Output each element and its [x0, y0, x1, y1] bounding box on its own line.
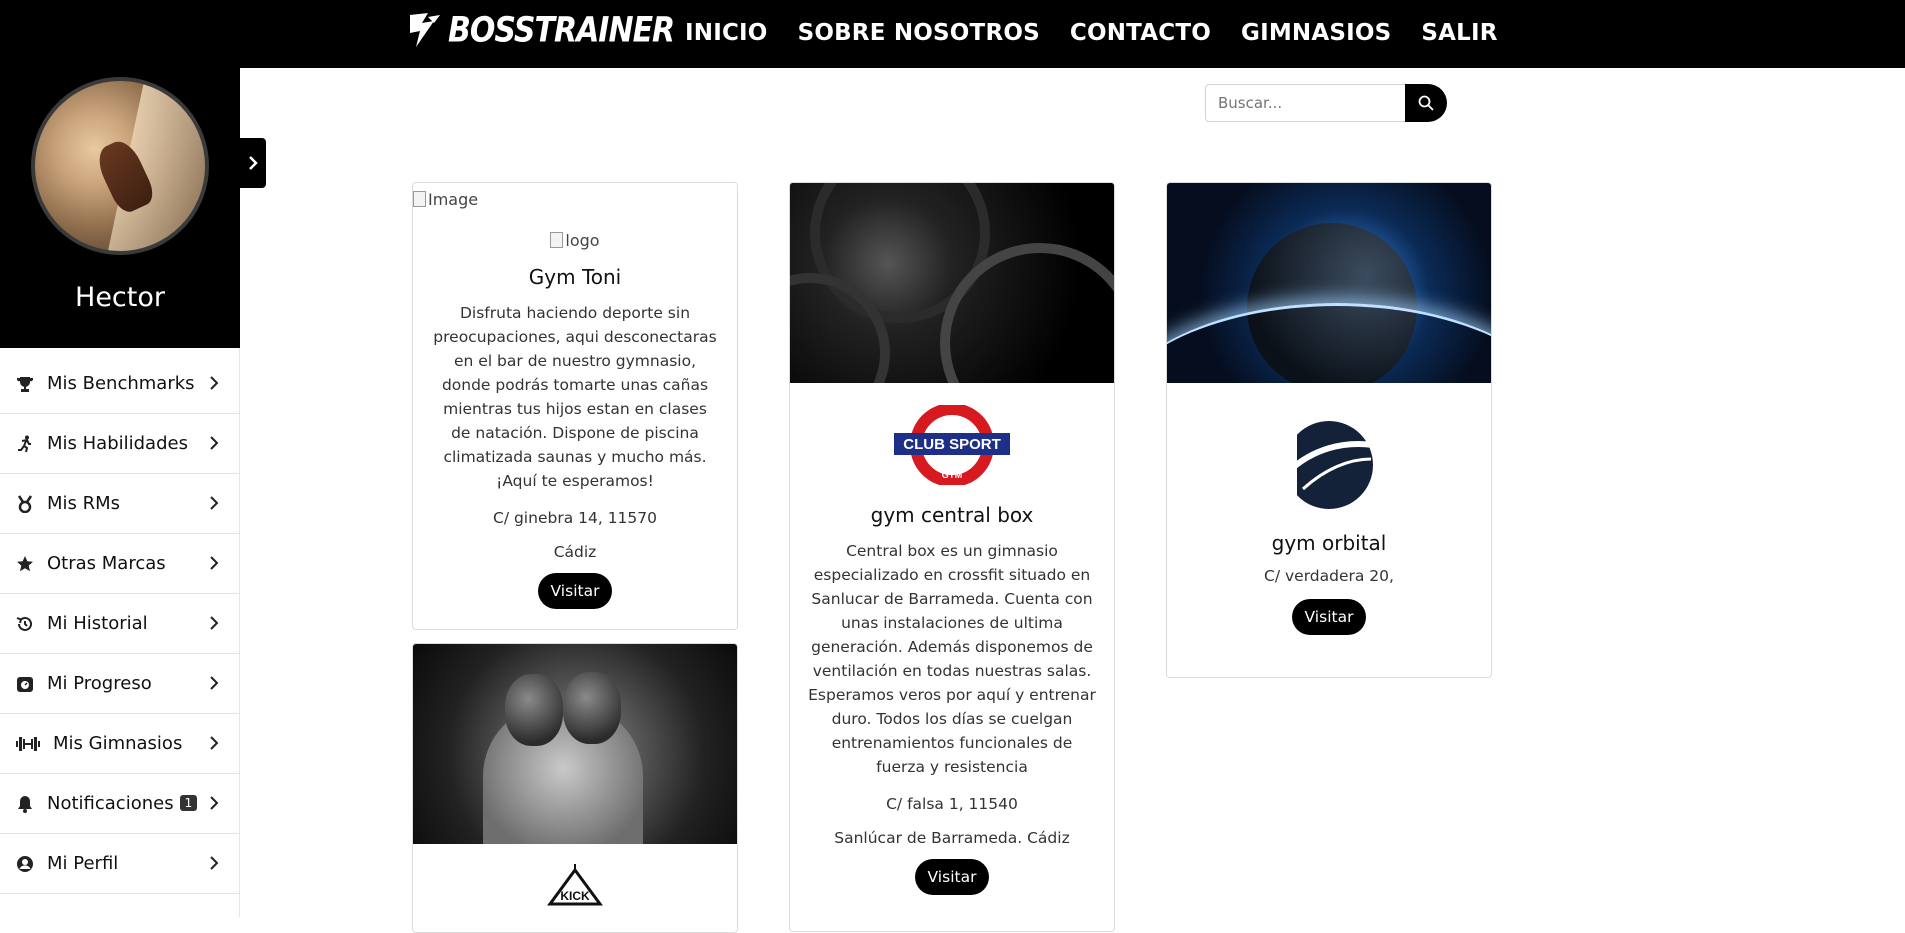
trophy-icon: [15, 374, 35, 394]
bell-icon: [15, 794, 35, 814]
search-icon: [1418, 95, 1434, 111]
visit-button[interactable]: Visitar: [914, 859, 990, 895]
gym-cover-image: [413, 644, 737, 844]
visit-button[interactable]: Visitar: [537, 573, 613, 609]
sidebar-item-gimnasios[interactable]: Mis Gimnasios: [0, 714, 239, 774]
sidebar-item-label: Mis RMs: [47, 493, 121, 514]
sidebar-item-benchmarks[interactable]: Mis Benchmarks: [0, 354, 239, 414]
sidebar: Hector Mis Benchmarks Mis Habilidades Mi…: [0, 68, 266, 917]
gym-name: Gym Toni: [528, 265, 622, 289]
nav-inicio[interactable]: INICIO: [685, 20, 768, 46]
broken-image-icon: [550, 232, 564, 248]
chevron-right-icon: [210, 376, 219, 390]
chevron-right-icon: [210, 796, 219, 810]
star-icon: [15, 554, 35, 574]
gym-cover-image: [790, 183, 1114, 383]
logo-text: KICK: [560, 889, 590, 903]
logo-text-bottom: GYM: [942, 470, 963, 480]
gym-card: CLUB SPORT GYM gym central box Central b…: [789, 182, 1115, 932]
gym-card: KICK: [412, 643, 738, 933]
search-button[interactable]: [1405, 84, 1447, 122]
sidebar-item-rms[interactable]: Mis RMs: [0, 474, 239, 534]
avatar: [31, 77, 209, 255]
sidebar-item-progreso[interactable]: Mi Progreso: [0, 654, 239, 714]
gym-logo: KICK: [413, 864, 737, 924]
gym-logo: [1167, 419, 1491, 511]
chevron-right-icon: [210, 856, 219, 870]
nav-contacto[interactable]: CONTACTO: [1070, 20, 1211, 46]
notification-count-badge: 1: [179, 795, 198, 811]
chevron-right-icon: [249, 156, 258, 170]
sidebar-item-habilidades[interactable]: Mis Habilidades: [0, 414, 239, 474]
sidebar-item-label: Mi Progreso: [47, 673, 152, 694]
sidebar-toggle-button[interactable]: [240, 138, 266, 188]
chevron-right-icon: [210, 616, 219, 630]
progress-icon: [15, 674, 35, 694]
main-nav: INICIO SOBRE NOSOTROS CONTACTO GIMNASIOS…: [685, 20, 1498, 46]
user-circle-icon: [15, 854, 35, 874]
nav-gimnasios[interactable]: GIMNASIOS: [1241, 20, 1391, 46]
visit-button[interactable]: Visitar: [1291, 599, 1367, 635]
sidebar-menu: Mis Benchmarks Mis Habilidades Mis RMs O…: [0, 354, 239, 894]
club-sport-logo: CLUB SPORT GYM: [894, 405, 1010, 485]
nav-sobre-nosotros[interactable]: SOBRE NOSOTROS: [798, 20, 1040, 46]
logo-text-top: CLUB SPORT: [903, 436, 1001, 453]
search-bar: [1205, 84, 1447, 122]
sidebar-item-label: Mis Habilidades: [47, 433, 188, 454]
user-name: Hector: [75, 282, 165, 313]
orbital-logo: [1283, 419, 1374, 511]
sidebar-item-label: Mi Perfil: [47, 853, 119, 874]
sidebar-item-label: Mis Benchmarks: [47, 373, 195, 394]
sidebar-item-label: Mis Gimnasios: [53, 733, 183, 754]
gym-card: gym orbital C/ verdadera 20, Visitar: [1166, 182, 1492, 678]
medal-icon: [15, 494, 35, 514]
gym-cover-image: Image: [413, 183, 737, 211]
broken-image-icon: [413, 191, 426, 207]
gym-address: C/ ginebra 14, 11570: [493, 509, 657, 527]
brand-logo[interactable]: BOSSTRAINER: [408, 9, 675, 51]
gym-address: C/ falsa 1, 11540: [886, 795, 1018, 813]
sidebar-item-label: Otras Marcas: [47, 553, 166, 574]
chevron-right-icon: [210, 556, 219, 570]
sidebar-header: Hector: [0, 68, 240, 348]
gym-address: C/ verdadera 20,: [1264, 567, 1394, 585]
top-navbar: BOSSTRAINER INICIO SOBRE NOSOTROS CONTAC…: [0, 0, 1905, 68]
sidebar-item-label: Mi Historial: [47, 613, 148, 634]
nav-salir[interactable]: SALIR: [1421, 20, 1497, 46]
gym-card: Image logo Gym Toni Disfruta haciendo de…: [412, 182, 738, 630]
sidebar-item-historial[interactable]: Mi Historial: [0, 594, 239, 654]
gym-cover-image: [1167, 183, 1491, 383]
chevron-right-icon: [210, 736, 219, 750]
history-icon: [15, 614, 35, 634]
gym-logo-image: logo: [413, 229, 737, 251]
chevron-right-icon: [210, 676, 219, 690]
kick-logo: KICK: [547, 864, 603, 906]
gym-logo: CLUB SPORT GYM: [790, 405, 1114, 485]
sidebar-item-otras-marcas[interactable]: Otras Marcas: [0, 534, 239, 594]
gym-description: Disfruta haciendo deporte sin preocupaci…: [433, 304, 717, 490]
running-icon: [15, 434, 35, 454]
sidebar-item-label: Notificaciones 1: [47, 793, 198, 814]
brand-mark-icon: [410, 13, 440, 47]
brand-name: BOSSTRAINER: [448, 9, 675, 51]
gym-name: gym orbital: [1271, 531, 1387, 555]
chevron-right-icon: [210, 436, 219, 450]
gym-description: Central box es un gimnasio especializado…: [808, 542, 1096, 776]
gym-name: gym central box: [870, 503, 1034, 527]
sidebar-item-perfil[interactable]: Mi Perfil: [0, 834, 239, 894]
gym-city: Sanlúcar de Barrameda. Cádiz: [834, 829, 1070, 847]
gym-city: Cádiz: [553, 543, 597, 561]
search-input[interactable]: [1205, 84, 1405, 122]
dumbbell-icon: [15, 734, 41, 754]
sidebar-item-notificaciones[interactable]: Notificaciones 1: [0, 774, 239, 834]
chevron-right-icon: [210, 496, 219, 510]
